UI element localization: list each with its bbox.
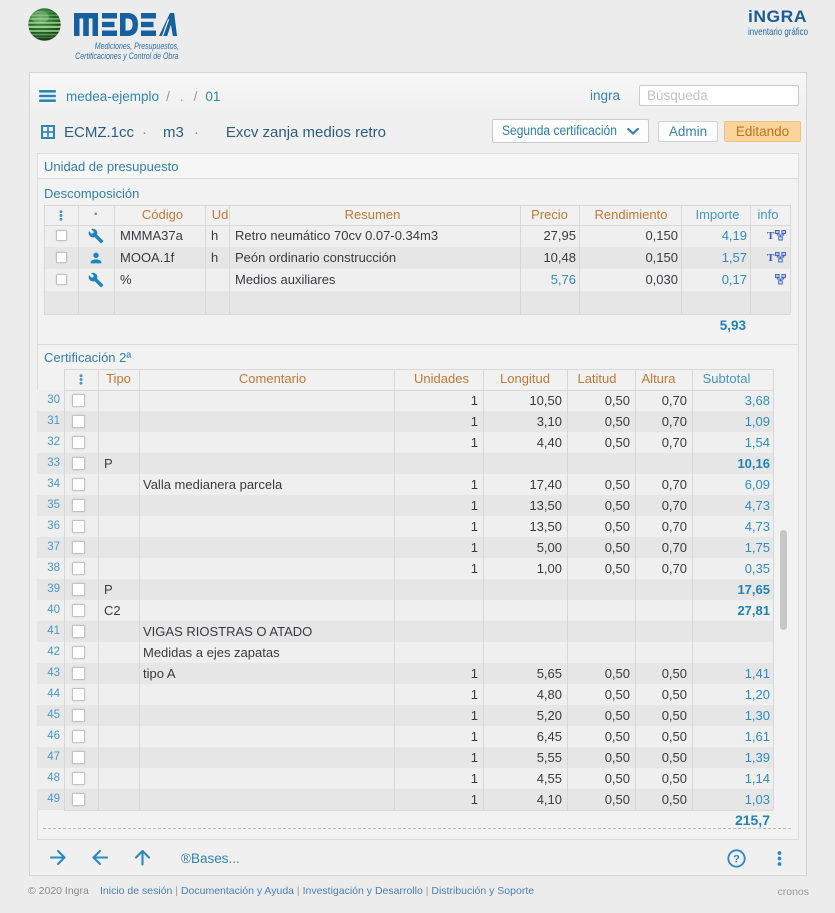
- svg-text:?: ?: [733, 854, 740, 866]
